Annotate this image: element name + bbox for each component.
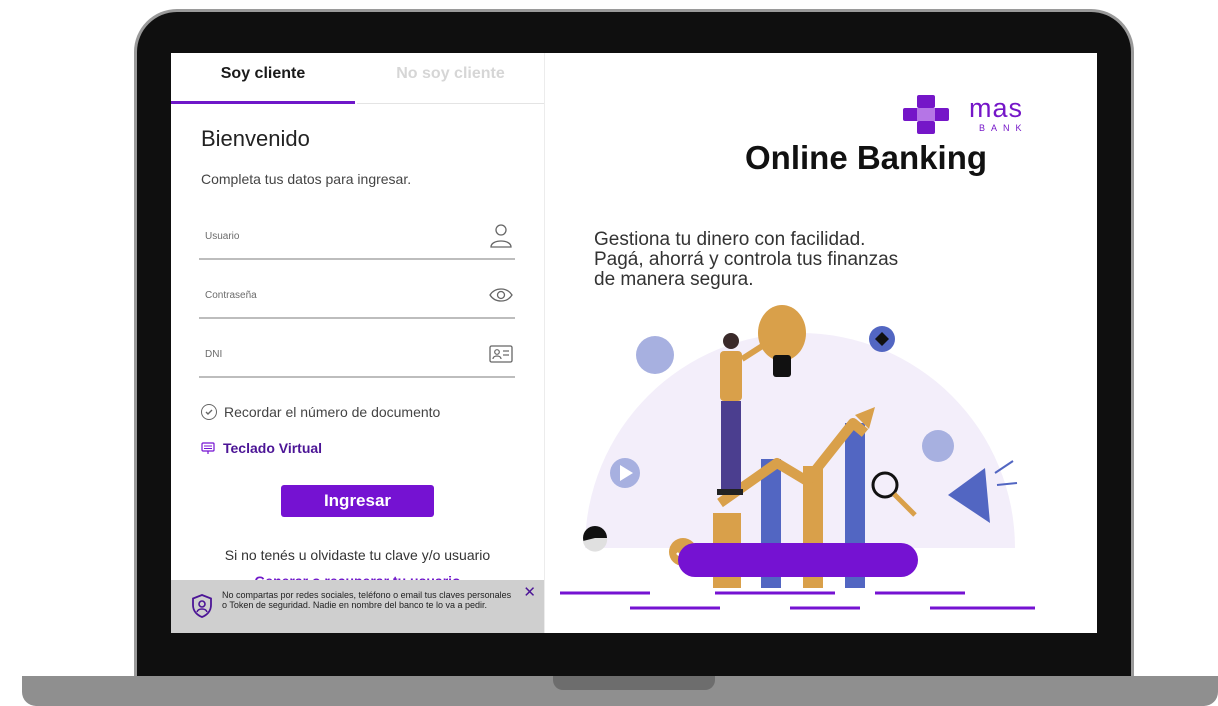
toast-message: No compartas por redes sociales, teléfon…: [222, 590, 512, 610]
login-button[interactable]: Ingresar: [281, 485, 434, 517]
person-feet: [717, 489, 743, 495]
lightbulb-icon: [758, 305, 806, 361]
finance-illustration: [560, 305, 1035, 610]
deco-circle: [636, 336, 674, 374]
deco-circle: [922, 430, 954, 462]
checkbox-icon[interactable]: [201, 404, 217, 420]
id-card-icon: [489, 345, 513, 363]
security-toast: No compartas por redes sociales, teléfon…: [171, 580, 544, 633]
online-banking-title: Online Banking: [745, 139, 988, 176]
tagline: Gestiona tu dinero con facilidad. Pagá, …: [594, 230, 1014, 290]
virtual-keyboard-link[interactable]: Teclado Virtual: [201, 440, 322, 456]
help-text: Si no tenés u olvidaste tu clave y/o usu…: [224, 547, 491, 563]
remember-checkbox[interactable]: Recordar el número de documento: [201, 404, 440, 420]
dni-input[interactable]: [203, 348, 467, 361]
shield-icon: [192, 594, 212, 618]
login-panel: Soy cliente No soy cliente Bienvenido Co…: [171, 53, 545, 633]
screen: Soy cliente No soy cliente Bienvenido Co…: [171, 53, 1097, 633]
logo-subtext: BANK: [979, 123, 1028, 133]
tab-no-soy-cliente[interactable]: No soy cliente: [357, 53, 544, 104]
user-input[interactable]: [203, 230, 467, 243]
keyboard-icon: [201, 442, 215, 454]
virtual-keyboard-label: Teclado Virtual: [223, 440, 323, 456]
bulb-base: [773, 355, 791, 377]
tab-soy-cliente[interactable]: Soy cliente: [171, 53, 355, 104]
login-tabs: Soy cliente No soy cliente: [171, 53, 544, 104]
tagline-line: de manera segura.: [594, 269, 754, 290]
person-torso: [720, 351, 742, 401]
logo-text: mas: [969, 93, 1024, 123]
promo-panel: mas BANK Online Banking Gestiona tu dine…: [545, 53, 1097, 633]
close-icon[interactable]: ✕: [523, 583, 536, 601]
page-subtitle: Completa tus datos para ingresar.: [201, 171, 412, 187]
person-legs: [721, 401, 741, 491]
dni-field: [199, 334, 515, 378]
tagline-line: Pagá, ahorrá y controla tus finanzas: [594, 249, 899, 270]
laptop-notch: [553, 676, 715, 690]
remember-label: Recordar el número de documento: [224, 404, 441, 420]
password-field: [199, 275, 515, 319]
eye-icon[interactable]: [487, 281, 515, 309]
page-title: Bienvenido: [201, 126, 310, 151]
platform: [678, 543, 918, 577]
tagline-line: Gestiona tu dinero con facilidad.: [594, 229, 866, 250]
person-head: [723, 333, 739, 349]
user-icon: [490, 224, 512, 248]
password-input[interactable]: [203, 289, 467, 302]
user-field: [199, 216, 515, 260]
